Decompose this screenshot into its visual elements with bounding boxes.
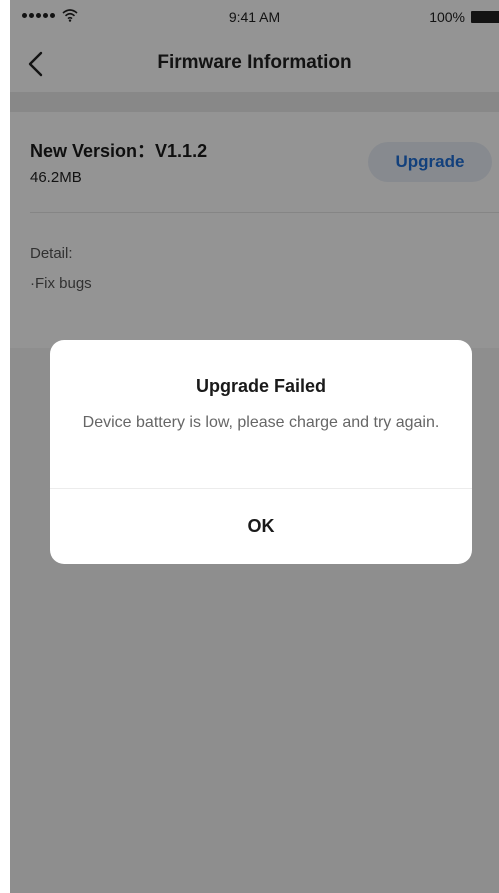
dialog-title: Upgrade Failed	[195, 376, 327, 396]
ok-button[interactable]: OK	[50, 489, 472, 564]
dialog-message: Device battery is low, please charge and…	[82, 414, 440, 431]
app-screen: 9:41 AM 100% Firmware Information New Ve…	[10, 0, 499, 893]
upgrade-failed-dialog: Upgrade Failed Device battery is low, pl…	[50, 340, 472, 564]
